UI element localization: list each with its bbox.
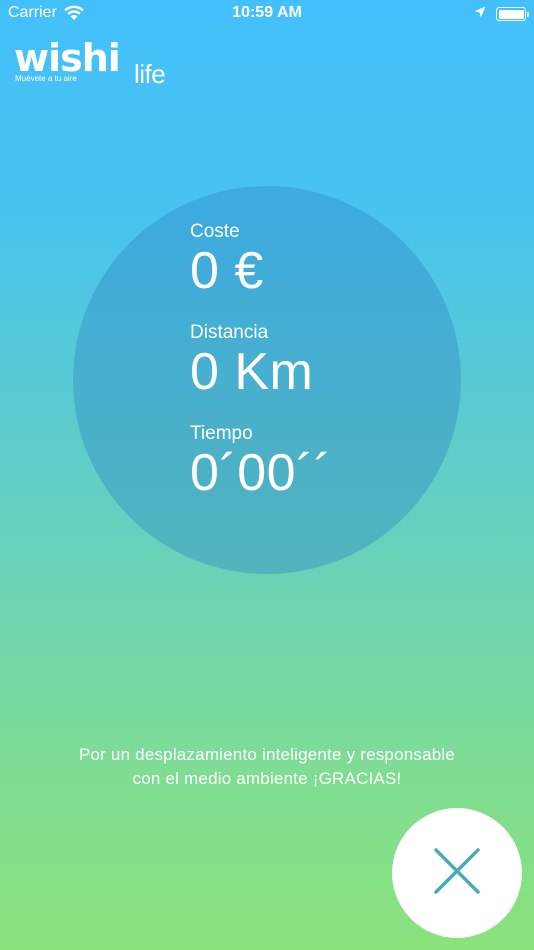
- time-stat: Tiempo 0´00´´: [190, 423, 332, 501]
- cost-value: 0 €: [190, 242, 264, 300]
- time-value: 0´00´´: [190, 444, 332, 502]
- message-line-2: con el medio ambiente ¡GRACIAS!: [132, 769, 402, 788]
- location-arrow-icon: [474, 5, 486, 23]
- battery-icon: [496, 7, 529, 21]
- logo-tagline: Muévete a tu aire: [15, 74, 77, 83]
- distance-value: 0 Km: [190, 343, 314, 401]
- distance-stat: Distancia 0 Km: [190, 322, 313, 400]
- message-line-1: Por un desplazamiento inteligente y resp…: [78, 745, 456, 764]
- trip-summary-circle: Coste 0 € Distancia 0 Km Tiempo 0´00´´: [73, 186, 461, 574]
- thank-you-message: Por un desplazamiento inteligente y resp…: [40, 743, 494, 791]
- time-label: Tiempo: [190, 423, 253, 444]
- status-indicators: [474, 5, 529, 23]
- distance-label: Distancia: [190, 322, 269, 343]
- logo-wordmark: wishi: [14, 36, 121, 80]
- battery-level: [498, 9, 524, 19]
- close-button[interactable]: [392, 808, 522, 938]
- app-logo: wishi life Muévete a tu aire: [14, 38, 184, 92]
- logo-sub: life: [134, 59, 166, 89]
- status-bar: Carrier 10:59 AM: [0, 0, 534, 28]
- cost-stat: Coste 0 €: [190, 221, 264, 299]
- close-icon: [433, 847, 481, 900]
- cost-label: Coste: [190, 221, 240, 242]
- status-time: 10:59 AM: [232, 4, 302, 21]
